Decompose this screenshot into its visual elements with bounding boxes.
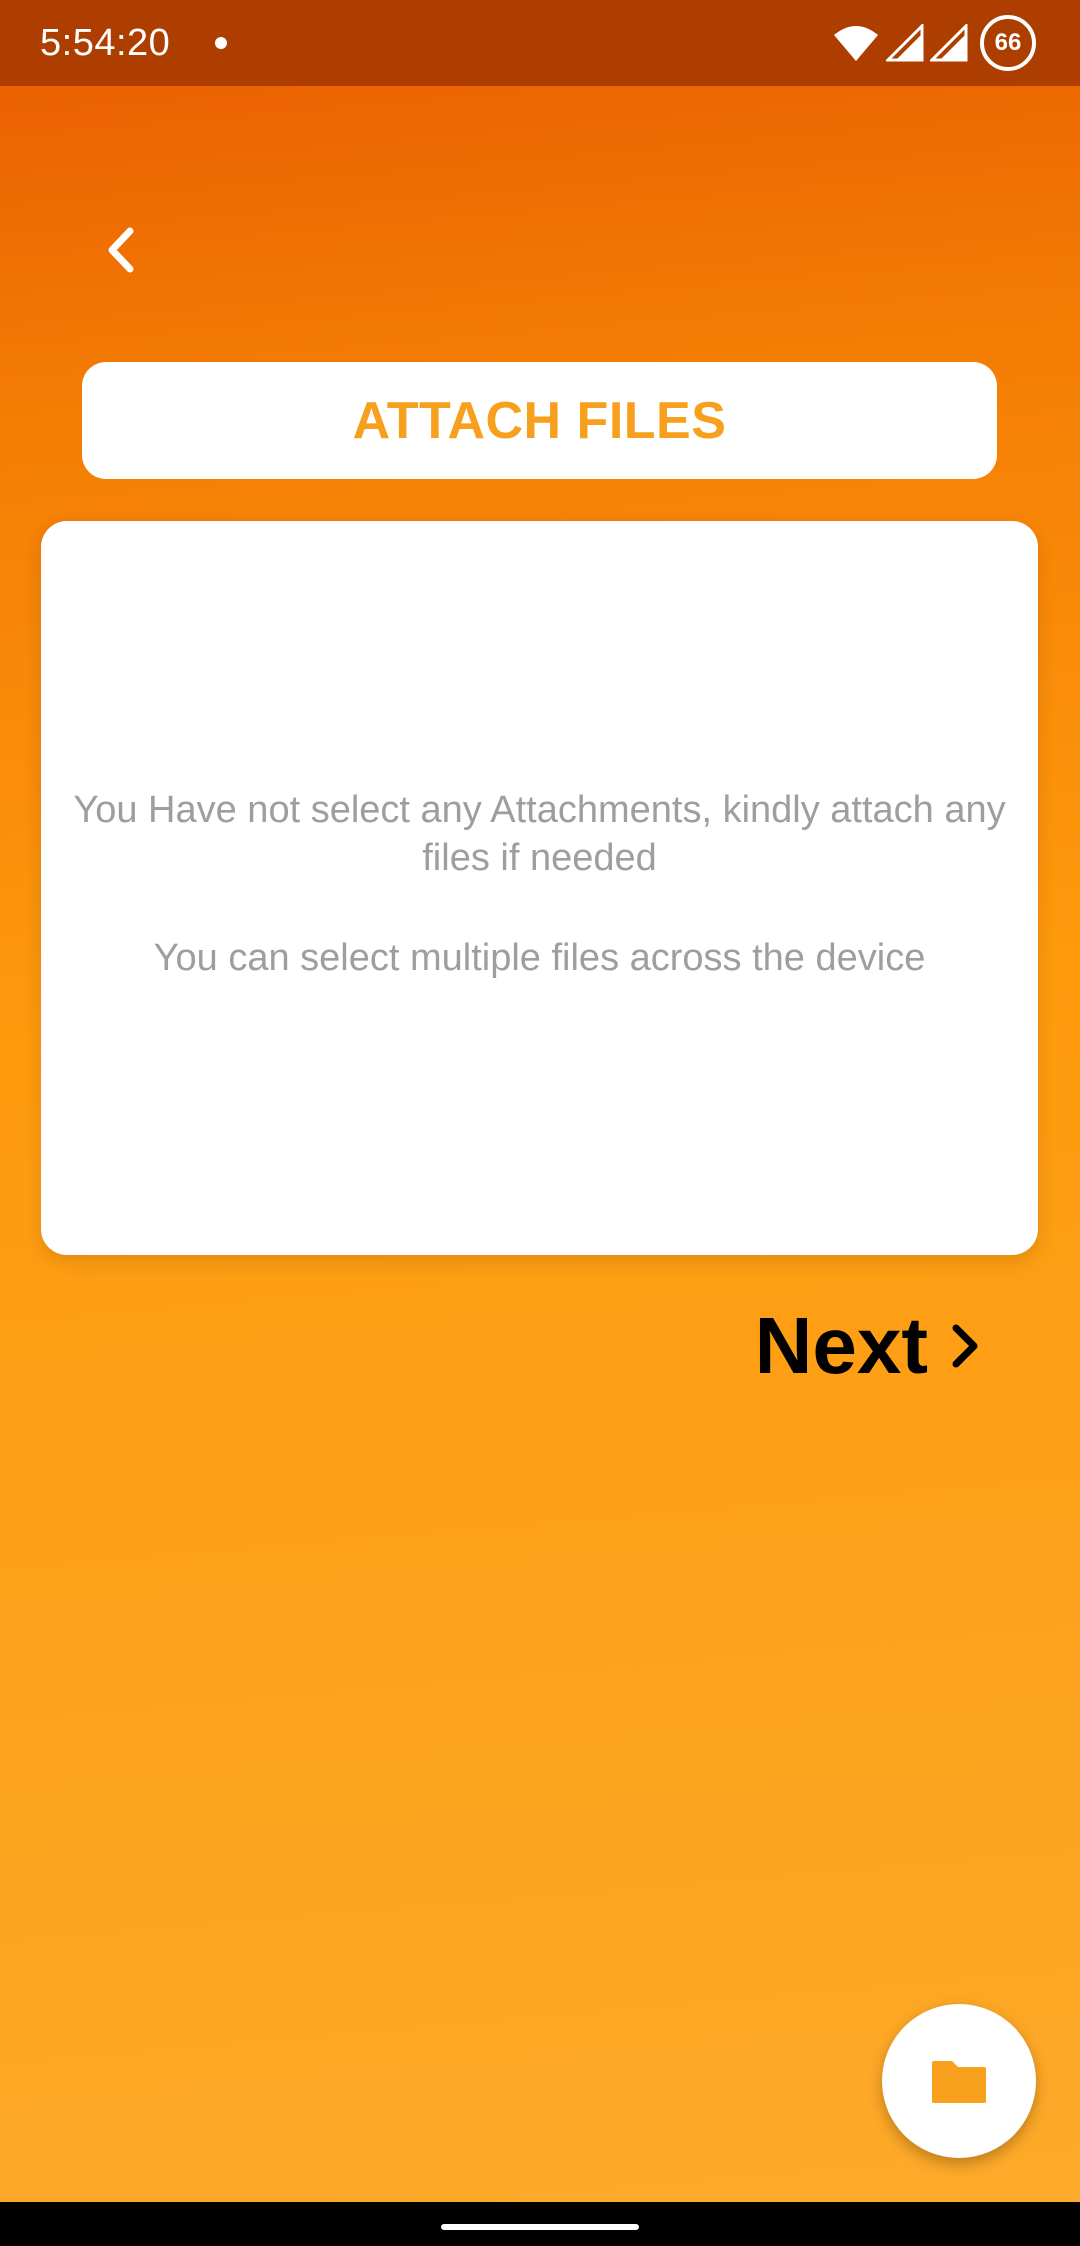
multiple-files-hint: You can select multiple files across the… bbox=[153, 937, 926, 979]
attach-files-label: ATTACH FILES bbox=[352, 391, 727, 450]
chevron-left-icon bbox=[108, 227, 134, 273]
status-time: 5:54:20 bbox=[40, 22, 171, 64]
battery-level: 66 bbox=[994, 29, 1022, 56]
signal-icon bbox=[886, 24, 924, 62]
next-button[interactable]: Next bbox=[755, 1296, 980, 1396]
attachments-card: You Have not select any Attachments, kin… bbox=[41, 521, 1038, 1255]
add-attachment-fab[interactable] bbox=[882, 2004, 1036, 2158]
signal-icon bbox=[930, 24, 968, 62]
back-button[interactable] bbox=[90, 220, 150, 280]
notification-dot-icon bbox=[215, 37, 227, 49]
navigation-bar bbox=[0, 2202, 1080, 2246]
wifi-icon bbox=[834, 26, 878, 61]
attach-files-button[interactable]: ATTACH FILES bbox=[82, 362, 997, 479]
home-handle[interactable] bbox=[441, 2224, 639, 2230]
status-icons: 66 bbox=[832, 14, 1036, 72]
battery-ring-icon: 66 bbox=[980, 15, 1036, 71]
next-label: Next bbox=[754, 1301, 928, 1390]
folder-icon bbox=[932, 2061, 986, 2103]
status-bar: 5:54:20 66 bbox=[0, 0, 1080, 86]
chevron-right-icon bbox=[952, 1324, 978, 1368]
empty-attachments-message: You Have not select any Attachments, kin… bbox=[73, 789, 1006, 879]
